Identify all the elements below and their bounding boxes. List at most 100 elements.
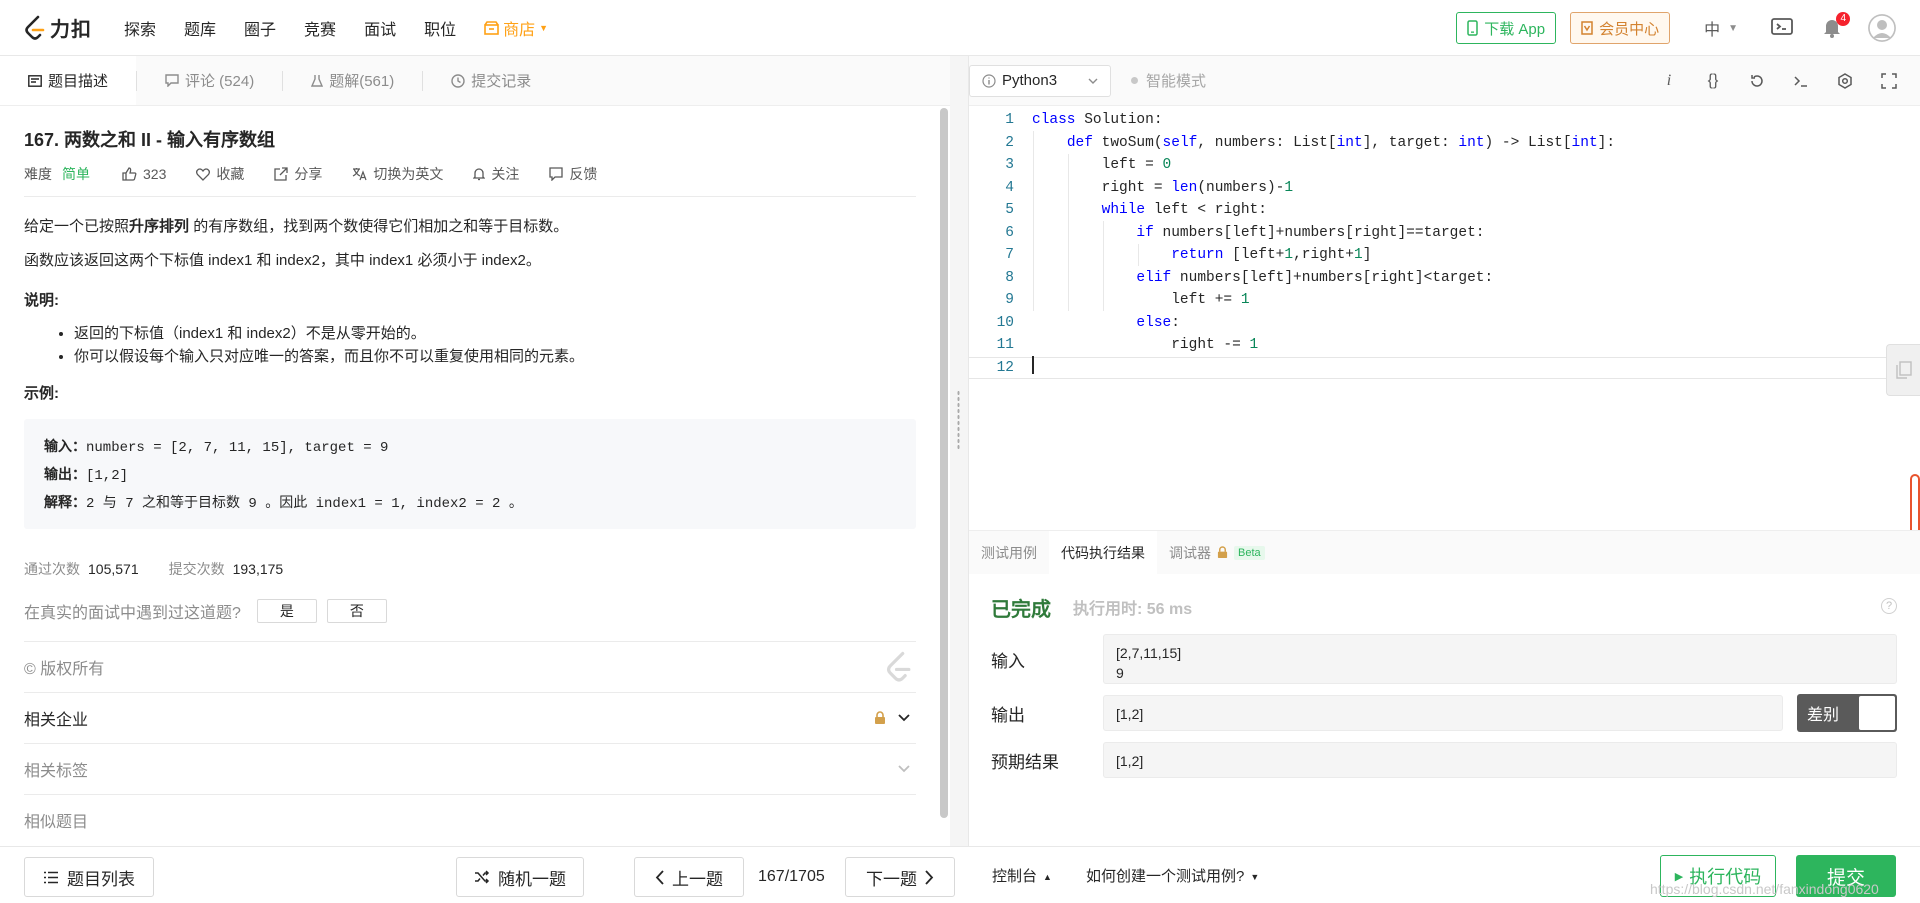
problem-description: 167. 两数之和 II - 输入有序数组 难度 简单 323 收藏 分享 切换… xyxy=(24,106,916,846)
nav-circle[interactable]: 圈子 xyxy=(244,16,276,40)
interview-question-label: 在真实的面试中遇到过这道题? xyxy=(24,605,241,622)
smart-mode-label: 智能模式 xyxy=(1146,73,1207,90)
code-token: 1 xyxy=(1249,337,1259,354)
caret-down-icon: ▼ xyxy=(1250,872,1260,882)
feedback-button[interactable]: 反馈 xyxy=(549,164,597,184)
howto-testcase-dropdown[interactable]: 如何创建一个测试用例? ▼ xyxy=(1086,857,1259,897)
nav-shop[interactable]: 商店 ▼ xyxy=(484,16,548,40)
copyright-row: © 版权所有 xyxy=(24,641,916,692)
braces-icon[interactable]: {} xyxy=(1702,70,1724,92)
no-button[interactable]: 否 xyxy=(326,599,387,623)
clock-icon xyxy=(451,73,465,88)
smart-mode-toggle[interactable]: 智能模式 xyxy=(1131,70,1206,91)
download-app-button[interactable]: 下载 App xyxy=(1456,12,1557,44)
line-number: 10 xyxy=(996,314,1014,331)
problem-paragraph-2: 函数应该返回这两个下标值 index1 和 index2，其中 index1 必… xyxy=(24,252,541,269)
similar-problems-row[interactable]: 相似题目 xyxy=(24,794,916,845)
heart-icon xyxy=(196,167,211,181)
code-text: class Solution: xyxy=(1032,112,1163,129)
nav-contest[interactable]: 竞赛 xyxy=(304,16,336,40)
notification-bell-icon[interactable]: 4 xyxy=(1818,12,1850,42)
problem-scrollbar[interactable] xyxy=(940,108,948,818)
console-toggle[interactable]: 控制台 ▲ xyxy=(992,857,1052,897)
nav-problems[interactable]: 题库 xyxy=(184,16,216,40)
code-token: int xyxy=(1458,134,1485,151)
random-problem-button[interactable]: 随机一题 xyxy=(456,857,584,897)
code-line-11: 11 right -= 1 xyxy=(969,334,1909,357)
description-icon xyxy=(28,74,42,87)
related-tags-label: 相关标签 xyxy=(24,763,89,780)
code-editor[interactable]: 1 class Solution: 2 def twoSum(self, numb… xyxy=(969,106,1909,472)
notes-list: 返回的下标值（index1 和 index2）不是从零开始的。 你可以假设每个输… xyxy=(24,322,916,368)
next-problem-button[interactable]: 下一题 xyxy=(845,857,955,897)
code-text: elif numbers[left]+numbers[right]<target… xyxy=(1136,269,1494,286)
tab-debugger[interactable]: 调试器 Beta xyxy=(1157,531,1277,574)
code-line-9: 9 left += 1 xyxy=(969,289,1909,312)
editor-scrollbar[interactable] xyxy=(1910,474,1920,538)
language-select[interactable]: Python3 xyxy=(969,64,1111,97)
playground-icon[interactable] xyxy=(1768,14,1796,42)
translate-icon xyxy=(353,168,367,181)
p1-text-post: 的有序数组，找到两个数使得它们相加之和等于目标数。 xyxy=(189,218,569,235)
text-cursor xyxy=(1032,356,1034,375)
code-token: while xyxy=(1101,202,1146,219)
code-line-12: 12 xyxy=(969,356,1909,379)
code-token: else xyxy=(1136,314,1172,331)
copy-float-button[interactable] xyxy=(1886,344,1920,396)
example-explain: 2 与 7 之和等于目标数 9 。因此 index1 = 1, index2 =… xyxy=(86,496,523,512)
diff-toggle[interactable]: 差别 xyxy=(1797,694,1897,732)
user-avatar[interactable] xyxy=(1868,14,1896,42)
problem-title: 167. 两数之和 II - 输入有序数组 xyxy=(24,130,276,150)
run-result: 已完成 执行用时: 56 ms ? 输入 [2,7,11,15] 9 输出 [1… xyxy=(991,592,1897,778)
problem-panel: 题目描述 评论 (524) 题解(561) 提交记录 167. 两数之和 II … xyxy=(0,56,950,846)
example-input: numbers = [2, 7, 11, 15], target = 9 xyxy=(86,440,389,456)
code-token: return xyxy=(1171,247,1224,264)
share-button[interactable]: 分享 xyxy=(274,164,322,184)
fullscreen-icon[interactable] xyxy=(1878,70,1900,92)
line-number: 7 xyxy=(1005,247,1014,264)
tab-solutions[interactable]: 题解(561) xyxy=(283,56,422,105)
note-heading: 说明: xyxy=(24,292,59,309)
logo-text: 力扣 xyxy=(50,19,92,41)
problem-list-button[interactable]: 题目列表 xyxy=(24,857,154,897)
howto-label: 如何创建一个测试用例? xyxy=(1086,868,1245,885)
nav-explore[interactable]: 探索 xyxy=(124,16,156,40)
tab-run-result[interactable]: 代码执行结果 xyxy=(1049,531,1157,574)
tab-description[interactable]: 题目描述 xyxy=(0,56,137,105)
tab-testcase[interactable]: 测试用例 xyxy=(969,531,1049,574)
vip-center-button[interactable]: 会员中心 xyxy=(1570,12,1671,44)
beta-badge: Beta xyxy=(1234,545,1265,560)
help-icon[interactable]: ? xyxy=(1881,598,1897,614)
yes-button[interactable]: 是 xyxy=(256,599,317,623)
info-italic-icon[interactable]: i xyxy=(1658,70,1680,92)
editor-panel: Python3 智能模式 i {} 1class Solution: 2 def… xyxy=(968,56,1920,846)
prev-problem-button[interactable]: 上一题 xyxy=(634,857,744,897)
resize-grip-icon[interactable] xyxy=(957,390,960,450)
panel-resizer[interactable] xyxy=(950,56,968,846)
switch-language-button[interactable]: 切换为英文 xyxy=(352,164,443,184)
leetcode-logo[interactable]: 力扣 xyxy=(24,13,92,42)
reset-icon[interactable] xyxy=(1746,70,1768,92)
code-line-6: 6 if numbers[left]+numbers[right]==targe… xyxy=(969,222,1909,245)
settings-icon[interactable] xyxy=(1834,70,1856,92)
caret-up-icon: ▲ xyxy=(1043,872,1052,882)
language-switch[interactable]: 中 ▼ xyxy=(1704,16,1738,40)
tab-submissions[interactable]: 提交记录 xyxy=(423,56,559,105)
tab-submissions-label: 提交记录 xyxy=(471,73,532,90)
related-tags-row[interactable]: 相关标签 xyxy=(24,743,916,794)
nav-jobs[interactable]: 职位 xyxy=(424,16,456,40)
code-token: len xyxy=(1171,179,1198,196)
related-companies-row[interactable]: 相关企业 xyxy=(24,692,916,743)
nav-interview[interactable]: 面试 xyxy=(364,16,396,40)
comment-icon xyxy=(165,74,179,87)
problem-tabs: 题目描述 评论 (524) 题解(561) 提交记录 xyxy=(0,56,950,106)
code-text xyxy=(1014,356,1034,379)
like-button[interactable]: 323 xyxy=(122,166,166,182)
follow-button[interactable]: 关注 xyxy=(473,164,519,184)
problem-paragraph-1: 给定一个已按照升序排列 的有序数组，找到两个数使得它们相加之和等于目标数。 xyxy=(24,217,916,237)
terminal-icon[interactable] xyxy=(1790,70,1812,92)
chevron-down-icon xyxy=(1088,78,1098,84)
favorite-button[interactable]: 收藏 xyxy=(196,164,244,184)
phone-icon xyxy=(1467,20,1478,36)
tab-comments[interactable]: 评论 (524) xyxy=(137,56,282,105)
